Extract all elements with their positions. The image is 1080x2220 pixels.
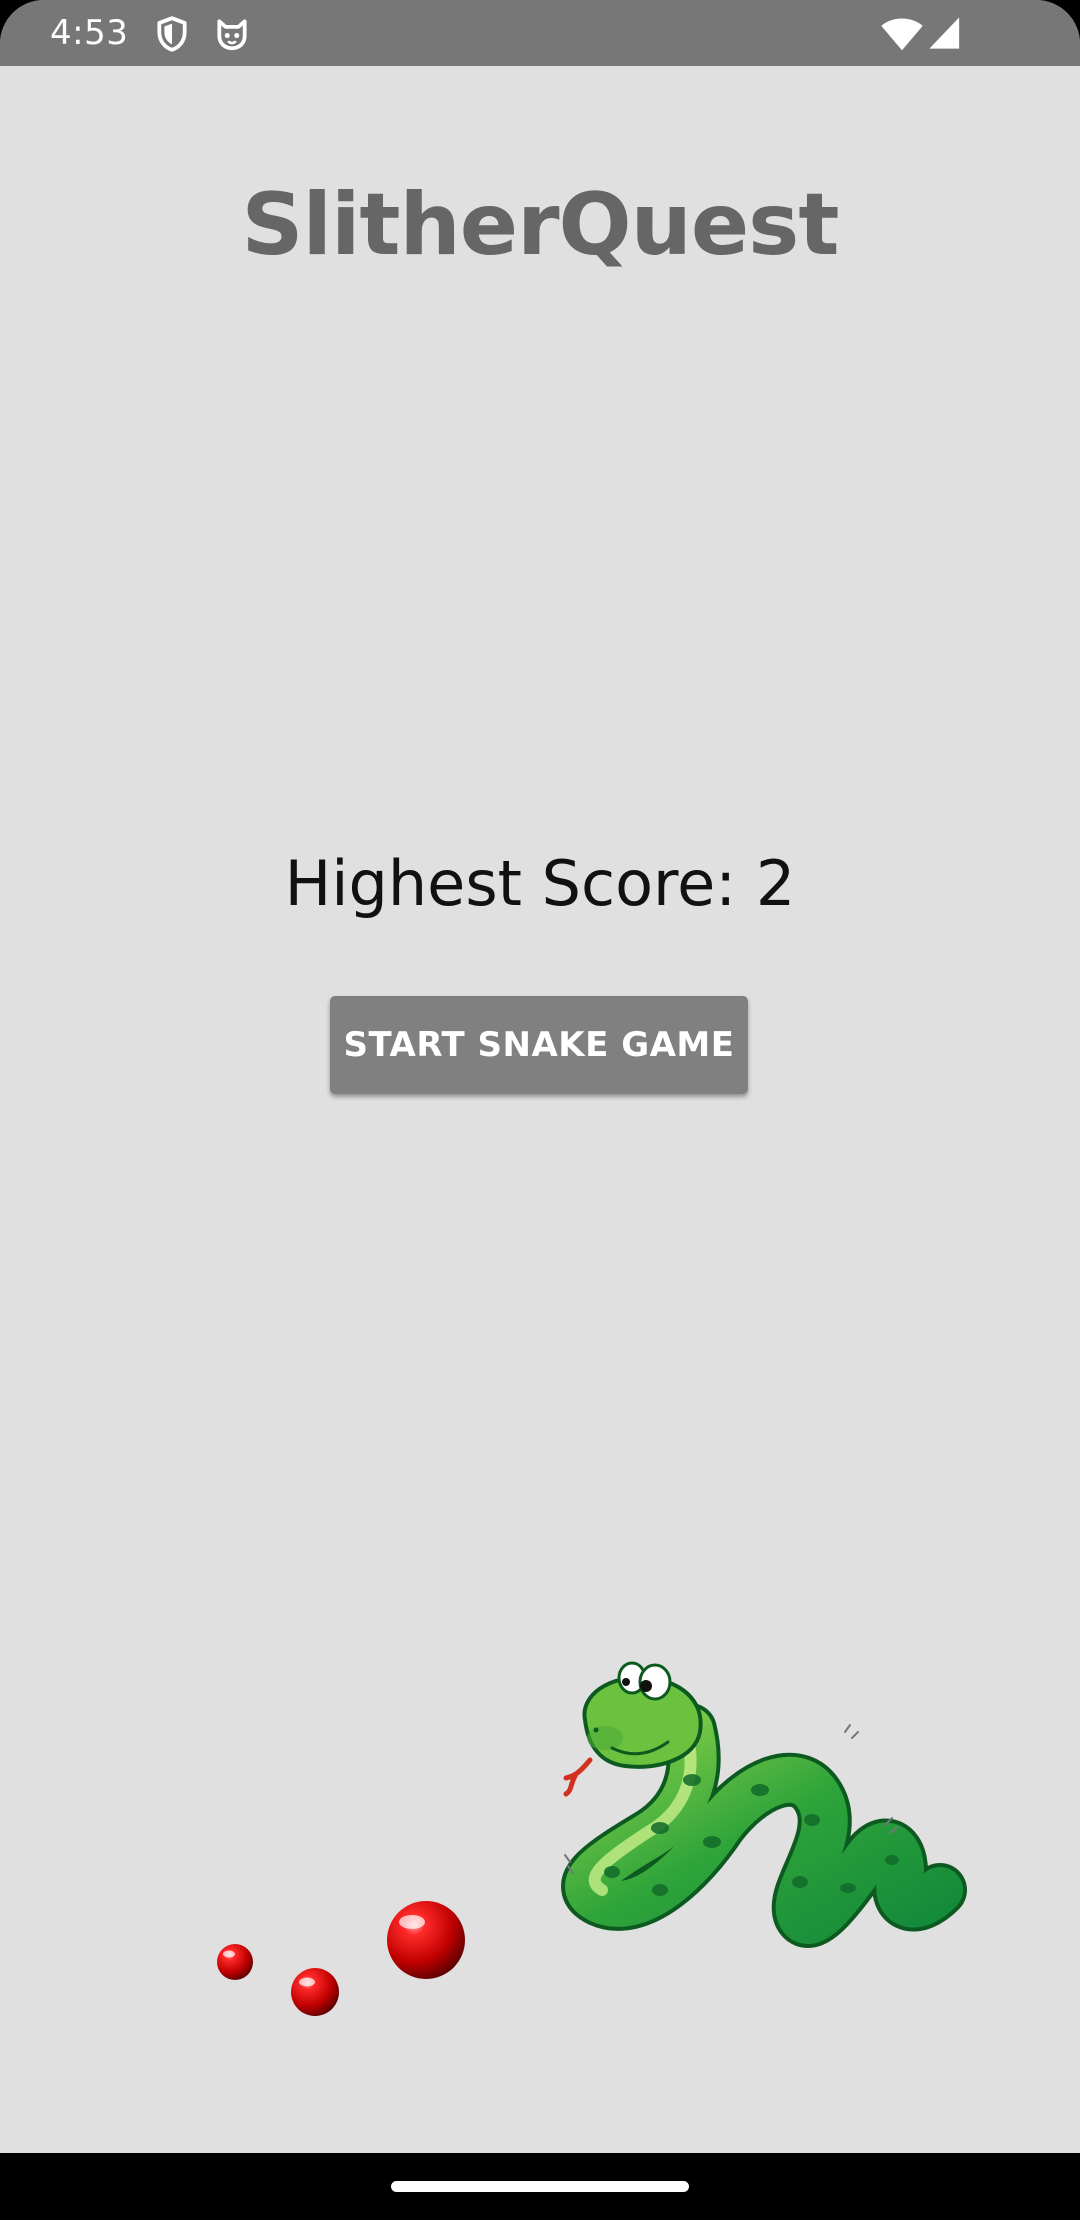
home-gesture-handle[interactable] <box>391 2181 689 2192</box>
status-time: 4:53 <box>50 13 129 53</box>
red-ball-medium <box>291 1968 339 2016</box>
status-bar: 4:53 <box>0 0 1080 66</box>
wifi-icon <box>880 16 924 52</box>
app-screen: 4:53 SlitherQuest Highest Score: 2 START… <box>0 0 1080 2220</box>
signal-icon <box>928 16 962 50</box>
game-illustration <box>0 1620 1080 2040</box>
navigation-bar <box>0 2153 1080 2220</box>
red-ball-large <box>387 1901 465 1979</box>
highest-score-text: Highest Score: 2 <box>284 847 796 920</box>
red-ball-small <box>217 1944 253 1980</box>
snake-illustration <box>561 1661 967 1948</box>
start-snake-game-button[interactable]: START SNAKE GAME <box>330 996 748 1094</box>
app-title: SlitherQuest <box>241 175 840 275</box>
shield-icon <box>153 15 191 53</box>
cat-icon <box>213 15 251 53</box>
